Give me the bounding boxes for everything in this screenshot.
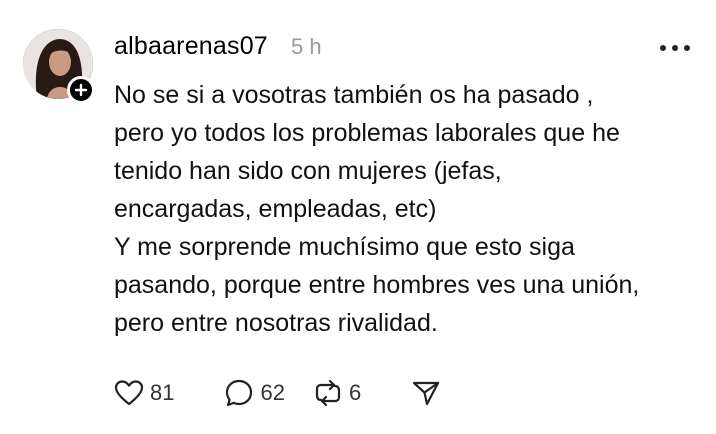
like-count: 81 [150,380,175,405]
post-text-line: tenido han sido con mujeres (jefas, [114,157,502,185]
post-text-line: No se si a vosotras también os ha pasado… [114,81,594,109]
post-text: No se si a vosotras también os ha pasado… [114,76,694,342]
more-dots-icon [684,45,690,51]
plus-icon [74,83,88,97]
repost-count: 6 [348,380,362,405]
post-text-line: pasando, porque entre hombres ves una un… [114,271,640,299]
repost-button[interactable]: 6 [313,378,361,408]
more-dots-icon [672,45,678,51]
username[interactable]: albaarenas07 [114,32,268,61]
send-icon [413,381,440,406]
comment-bubble-icon [226,379,253,407]
more-dots-icon [660,45,666,51]
more-options-button[interactable] [660,44,692,52]
action-bar: 81 62 6 [114,375,469,411]
follow-button[interactable] [67,76,95,104]
post-text-line: encargadas, empleadas, etc) [114,195,437,223]
avatar-container[interactable] [23,29,95,104]
post-text-line: pero yo todos los problemas laborales qu… [114,119,620,147]
comment-count: 62 [260,380,285,405]
like-button[interactable]: 81 [114,379,174,407]
repost-icon [315,379,341,407]
post-time: 5 h [291,34,322,59]
post-text-line: Y me sorprende muchísimo que esto siga [114,233,575,261]
comment-button[interactable]: 62 [224,378,285,408]
share-button[interactable] [411,378,441,408]
post-text-line: pero entre nosotras rivalidad. [114,309,438,337]
heart-icon [114,380,144,406]
